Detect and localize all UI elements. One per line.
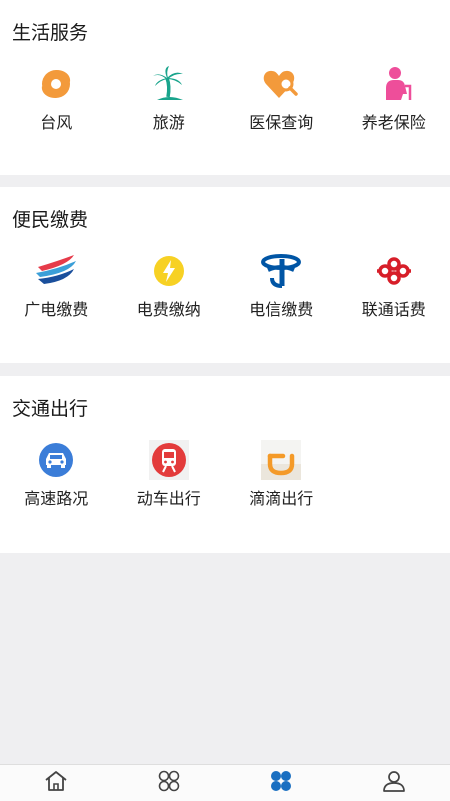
service-didi[interactable]: 滴滴出行 — [225, 438, 338, 510]
service-label: 联通话费 — [362, 299, 426, 321]
service-typhoon[interactable]: 台风 — [0, 62, 113, 134]
service-label: 医保查询 — [249, 112, 313, 134]
service-travel[interactable]: 旅游 — [113, 62, 226, 134]
home-icon — [43, 769, 69, 797]
service-bullet-train[interactable]: 动车出行 — [113, 438, 226, 510]
services-icon — [268, 769, 294, 797]
train-icon — [147, 438, 191, 482]
service-unicom-payment[interactable]: 联通话费 — [338, 249, 450, 321]
heart-search-icon — [259, 62, 303, 106]
section-bill-payment: 便民缴费 广电缴费 电费缴纳 — [0, 187, 450, 363]
service-telecom-payment[interactable]: 电信缴费 — [225, 249, 338, 321]
bottom-tab-bar — [0, 764, 450, 801]
service-label: 电费缴纳 — [137, 299, 201, 321]
service-label: 养老保险 — [362, 112, 426, 134]
service-label: 旅游 — [153, 112, 185, 134]
service-label: 高速路况 — [24, 488, 88, 510]
service-label: 台风 — [40, 112, 72, 134]
tab-apps[interactable] — [113, 765, 226, 801]
section-life-services: 生活服务 台风 — [0, 0, 450, 175]
service-label: 滴滴出行 — [249, 488, 313, 510]
section-title: 便民缴费 — [12, 207, 88, 233]
tab-home[interactable] — [0, 765, 113, 801]
service-label: 广电缴费 — [24, 299, 88, 321]
service-grid: 广电缴费 电费缴纳 电信缴费 — [0, 249, 450, 321]
service-grid: 台风 旅游 — [0, 62, 450, 134]
china-telecom-logo-icon — [259, 249, 303, 293]
service-cable-tv-payment[interactable]: 广电缴费 — [0, 249, 113, 321]
car-icon — [34, 438, 78, 482]
lightning-icon — [147, 249, 191, 293]
section-transportation: 交通出行 高速路况 — [0, 376, 450, 553]
didi-logo-icon — [259, 438, 303, 482]
service-pension[interactable]: 养老保险 — [338, 62, 450, 134]
tab-services[interactable] — [225, 765, 338, 801]
service-medical-insurance[interactable]: 医保查询 — [225, 62, 338, 134]
palm-tree-icon — [147, 62, 191, 106]
section-title: 交通出行 — [12, 396, 88, 422]
service-label: 电信缴费 — [249, 299, 313, 321]
service-grid: 高速路况 动车出行 — [0, 438, 450, 510]
china-unicom-logo-icon — [372, 249, 416, 293]
service-highway-traffic[interactable]: 高速路况 — [0, 438, 113, 510]
profile-icon — [381, 769, 407, 797]
typhoon-icon — [34, 62, 78, 106]
section-title: 生活服务 — [12, 20, 88, 46]
tab-profile[interactable] — [338, 765, 450, 801]
service-electricity-payment[interactable]: 电费缴纳 — [113, 249, 226, 321]
elderly-person-icon — [372, 62, 416, 106]
broadcast-logo-icon — [34, 249, 78, 293]
apps-icon — [156, 769, 182, 797]
service-label: 动车出行 — [137, 488, 201, 510]
